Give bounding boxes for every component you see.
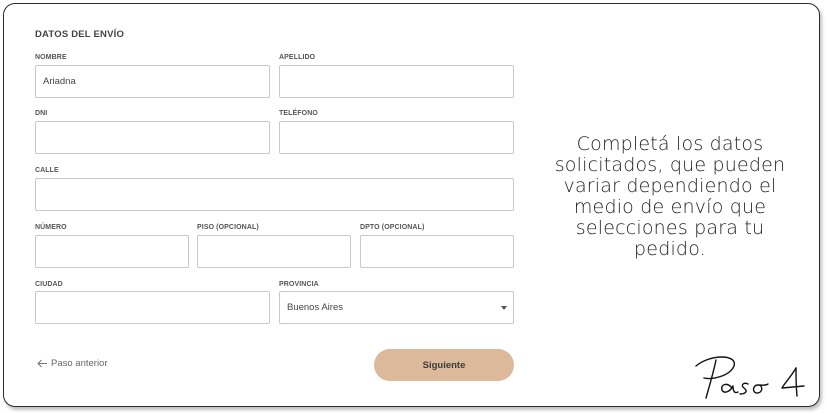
telefono-label: TELÉFONO [279, 110, 318, 117]
apellido-field[interactable] [279, 65, 514, 98]
dni-field[interactable] [35, 121, 270, 154]
dpto-field[interactable] [360, 235, 514, 268]
numero-field[interactable] [35, 235, 189, 268]
ciudad-label: CIUDAD [35, 281, 63, 288]
nombre-field[interactable]: Ariadna [35, 65, 270, 98]
calle-label: CALLE [35, 167, 59, 174]
dni-label: DNI [35, 110, 48, 117]
provincia-value: Buenos Aires [287, 302, 343, 313]
calle-field[interactable] [35, 178, 514, 211]
provincia-select[interactable]: Buenos Aires [279, 291, 514, 324]
chevron-down-icon [501, 306, 507, 310]
back-link[interactable]: Paso anterior [37, 358, 108, 369]
provincia-label: PROVINCIA [279, 281, 319, 288]
next-button[interactable]: Siguiente [374, 349, 514, 381]
numero-label: NÚMERO [35, 224, 67, 231]
nombre-label: NOMBRE [35, 54, 67, 61]
telefono-field[interactable] [279, 121, 514, 154]
piso-field[interactable] [197, 235, 351, 268]
section-title: DATOS DEL ENVÍO [35, 29, 125, 40]
step-label-signature [695, 356, 805, 399]
dpto-label: DPTO (OPCIONAL) [360, 224, 425, 231]
arrow-left-icon [37, 359, 47, 368]
ciudad-field[interactable] [35, 291, 270, 324]
instruction-note: Completá los datos solicitados, que pued… [554, 133, 786, 260]
piso-label: PISO (OPCIONAL) [197, 224, 259, 231]
apellido-label: APELLIDO [279, 54, 316, 61]
back-link-label: Paso anterior [51, 358, 108, 369]
